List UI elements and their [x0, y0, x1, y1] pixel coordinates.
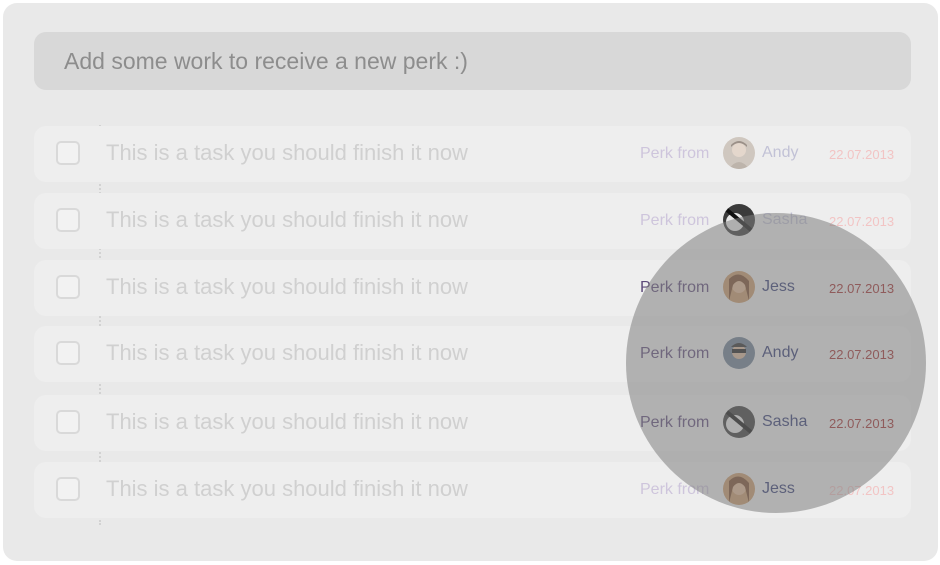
avatar	[723, 337, 755, 369]
perk-from-label: Perk from	[640, 145, 710, 162]
perk-from-label: Perk from	[640, 279, 710, 296]
task-text: This is a task you should finish it now	[106, 340, 468, 365]
task-date: 22.07.2013	[829, 347, 895, 362]
task-row: This is a task you should finish it now …	[34, 462, 911, 518]
task-checkbox[interactable]	[56, 141, 80, 165]
perk-from-label: Perk from	[640, 481, 710, 498]
task-date: 22.07.2013	[829, 483, 895, 498]
task-checkbox[interactable]	[56, 208, 80, 232]
task-checkbox[interactable]	[56, 477, 80, 501]
task-checkbox[interactable]	[56, 410, 80, 434]
avatar	[723, 473, 755, 505]
task-row: This is a task you should finish it now …	[34, 260, 911, 316]
task-row: This is a task you should finish it now …	[34, 193, 911, 249]
task-row: This is a task you should finish it now …	[34, 326, 911, 382]
perk-from-label: Perk from	[640, 345, 710, 362]
task-text: This is a task you should finish it now	[106, 140, 468, 165]
task-checkbox[interactable]	[56, 275, 80, 299]
task-date: 22.07.2013	[829, 214, 895, 229]
perk-person-name: Jess	[762, 278, 795, 295]
task-date: 22.07.2013	[829, 147, 895, 162]
task-checkbox[interactable]	[56, 341, 80, 365]
perk-person-name: Sasha	[762, 211, 808, 228]
task-row: This is a task you should finish it now …	[34, 126, 911, 182]
perk-from-label: Perk from	[640, 212, 710, 229]
avatar	[723, 137, 755, 169]
task-text: This is a task you should finish it now	[106, 207, 468, 232]
perk-person-name: Andy	[762, 344, 799, 361]
perk-from-label: Perk from	[640, 414, 710, 431]
task-text: This is a task you should finish it now	[106, 476, 468, 501]
task-row: This is a task you should finish it now …	[34, 395, 911, 451]
avatar	[723, 271, 755, 303]
avatar	[723, 204, 755, 236]
task-date: 22.07.2013	[829, 416, 895, 431]
avatar	[723, 406, 755, 438]
add-work-input[interactable]	[64, 32, 891, 90]
task-list-panel: This is a task you should finish it now …	[3, 3, 938, 561]
task-text: This is a task you should finish it now	[106, 409, 468, 434]
add-work-bar[interactable]	[34, 32, 911, 90]
task-date: 22.07.2013	[829, 281, 895, 296]
perk-person-name: Andy	[762, 144, 799, 161]
task-text: This is a task you should finish it now	[106, 274, 468, 299]
perk-person-name: Sasha	[762, 413, 808, 430]
perk-person-name: Jess	[762, 480, 795, 497]
